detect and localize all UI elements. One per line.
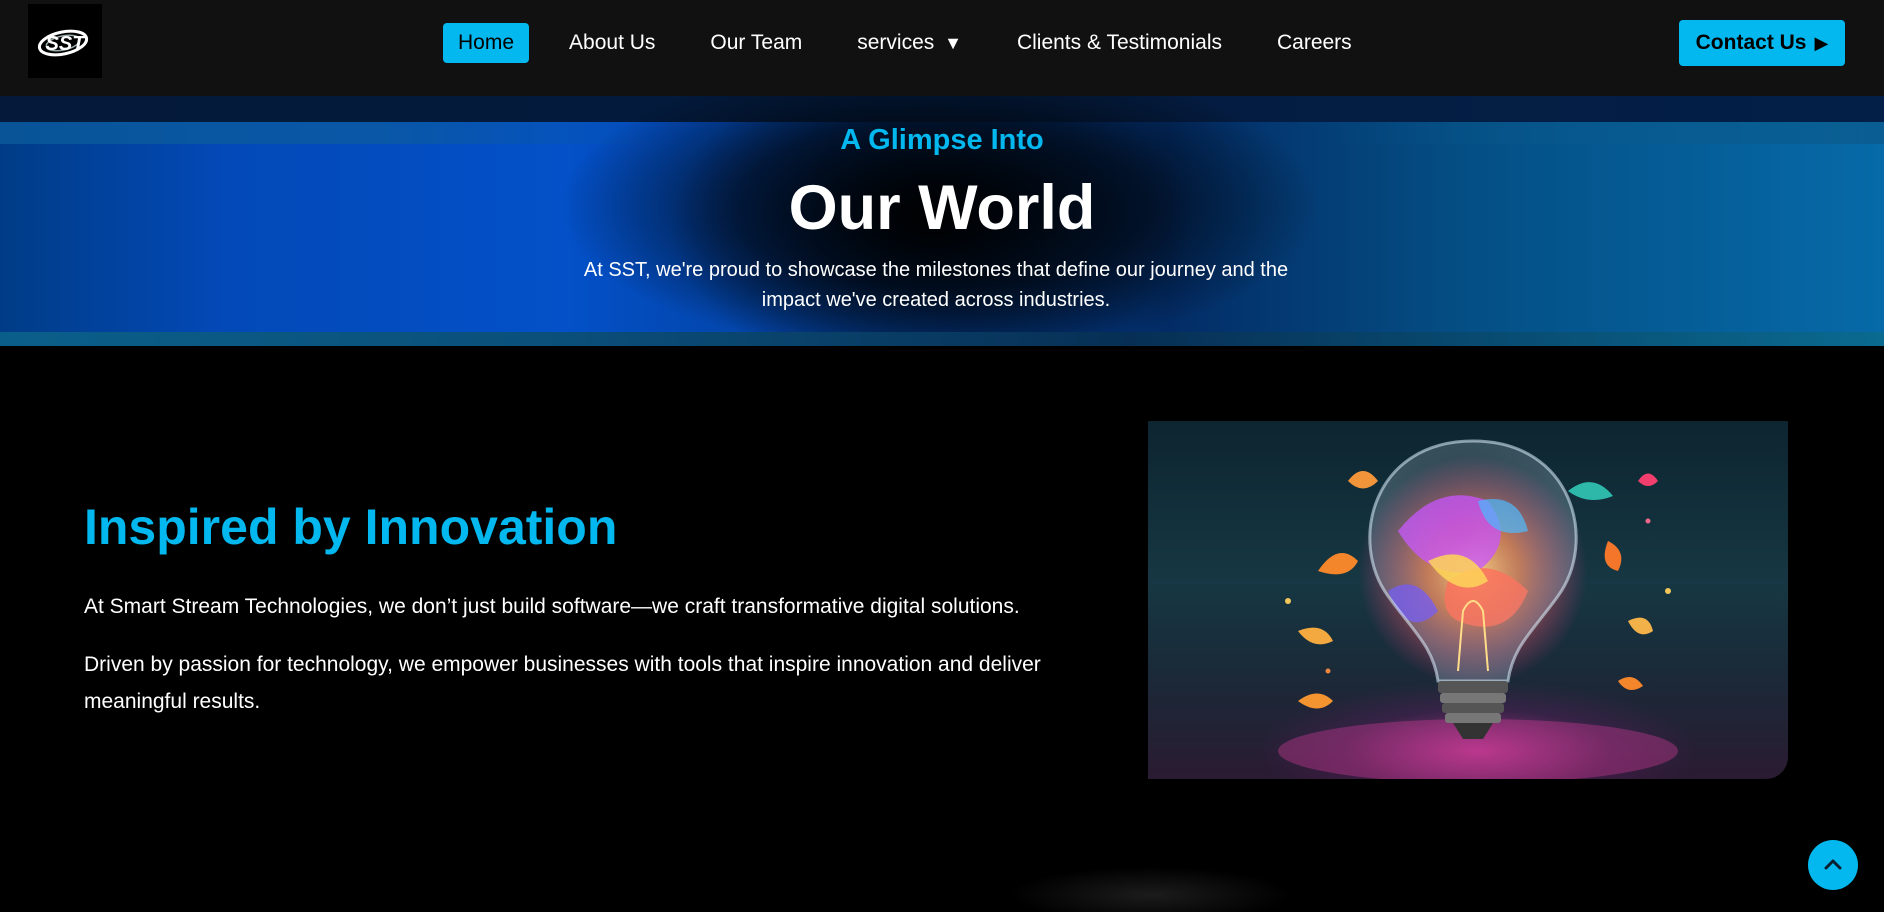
- light-bulb-illustration: [1278, 439, 1678, 779]
- section-paragraph-2: Driven by passion for technology, we emp…: [84, 653, 1041, 713]
- nav-home[interactable]: Home: [443, 23, 530, 63]
- nav-home-label: Home: [458, 31, 515, 54]
- nav-clients-testimonials[interactable]: Clients & Testimonials: [1002, 23, 1237, 63]
- play-icon: ▶: [1814, 32, 1829, 53]
- hero-title: Our World: [788, 173, 1096, 243]
- main-nav: Home About Us Our Team services ▼ Client…: [443, 22, 1392, 64]
- hero-subtitle: A Glimpse Into: [840, 124, 1044, 156]
- decorative-shape: [820, 855, 1380, 912]
- nav-our-team-label: Our Team: [710, 31, 803, 54]
- chevron-up-icon: [1824, 859, 1842, 870]
- nav-careers-label: Careers: [1276, 31, 1352, 54]
- hero-description: At SST, we're proud to showcase the mile…: [583, 259, 1289, 311]
- scroll-to-top-button[interactable]: [1808, 840, 1858, 890]
- light-bulb-image: [1148, 421, 1788, 779]
- nav-our-team[interactable]: Our Team: [695, 23, 817, 63]
- hero-band-bottom: [0, 332, 1884, 346]
- nav-services-dropdown[interactable]: services ▼: [842, 23, 977, 63]
- sst-logo[interactable]: SST: [28, 4, 102, 78]
- section-paragraph-1: At Smart Stream Technologies, we don’t j…: [84, 595, 1020, 618]
- svg-text:SST: SST: [46, 33, 87, 55]
- sst-logo-mark: SST: [37, 29, 89, 57]
- nav-careers[interactable]: Careers: [1262, 23, 1367, 63]
- section-title: Inspired by Innovation: [84, 499, 618, 555]
- nav-services-label: services: [857, 31, 935, 54]
- nav-about-us[interactable]: About Us: [554, 23, 670, 63]
- caret-down-icon: ▼: [944, 33, 962, 53]
- contact-us-button[interactable]: Contact Us ▶: [1679, 20, 1845, 66]
- nav-clients-label: Clients & Testimonials: [1016, 31, 1222, 54]
- contact-us-label: Contact Us: [1695, 31, 1807, 54]
- nav-about-us-label: About Us: [569, 31, 656, 54]
- site-header: SST Home About Us Our Team services ▼ Cl…: [0, 0, 1884, 96]
